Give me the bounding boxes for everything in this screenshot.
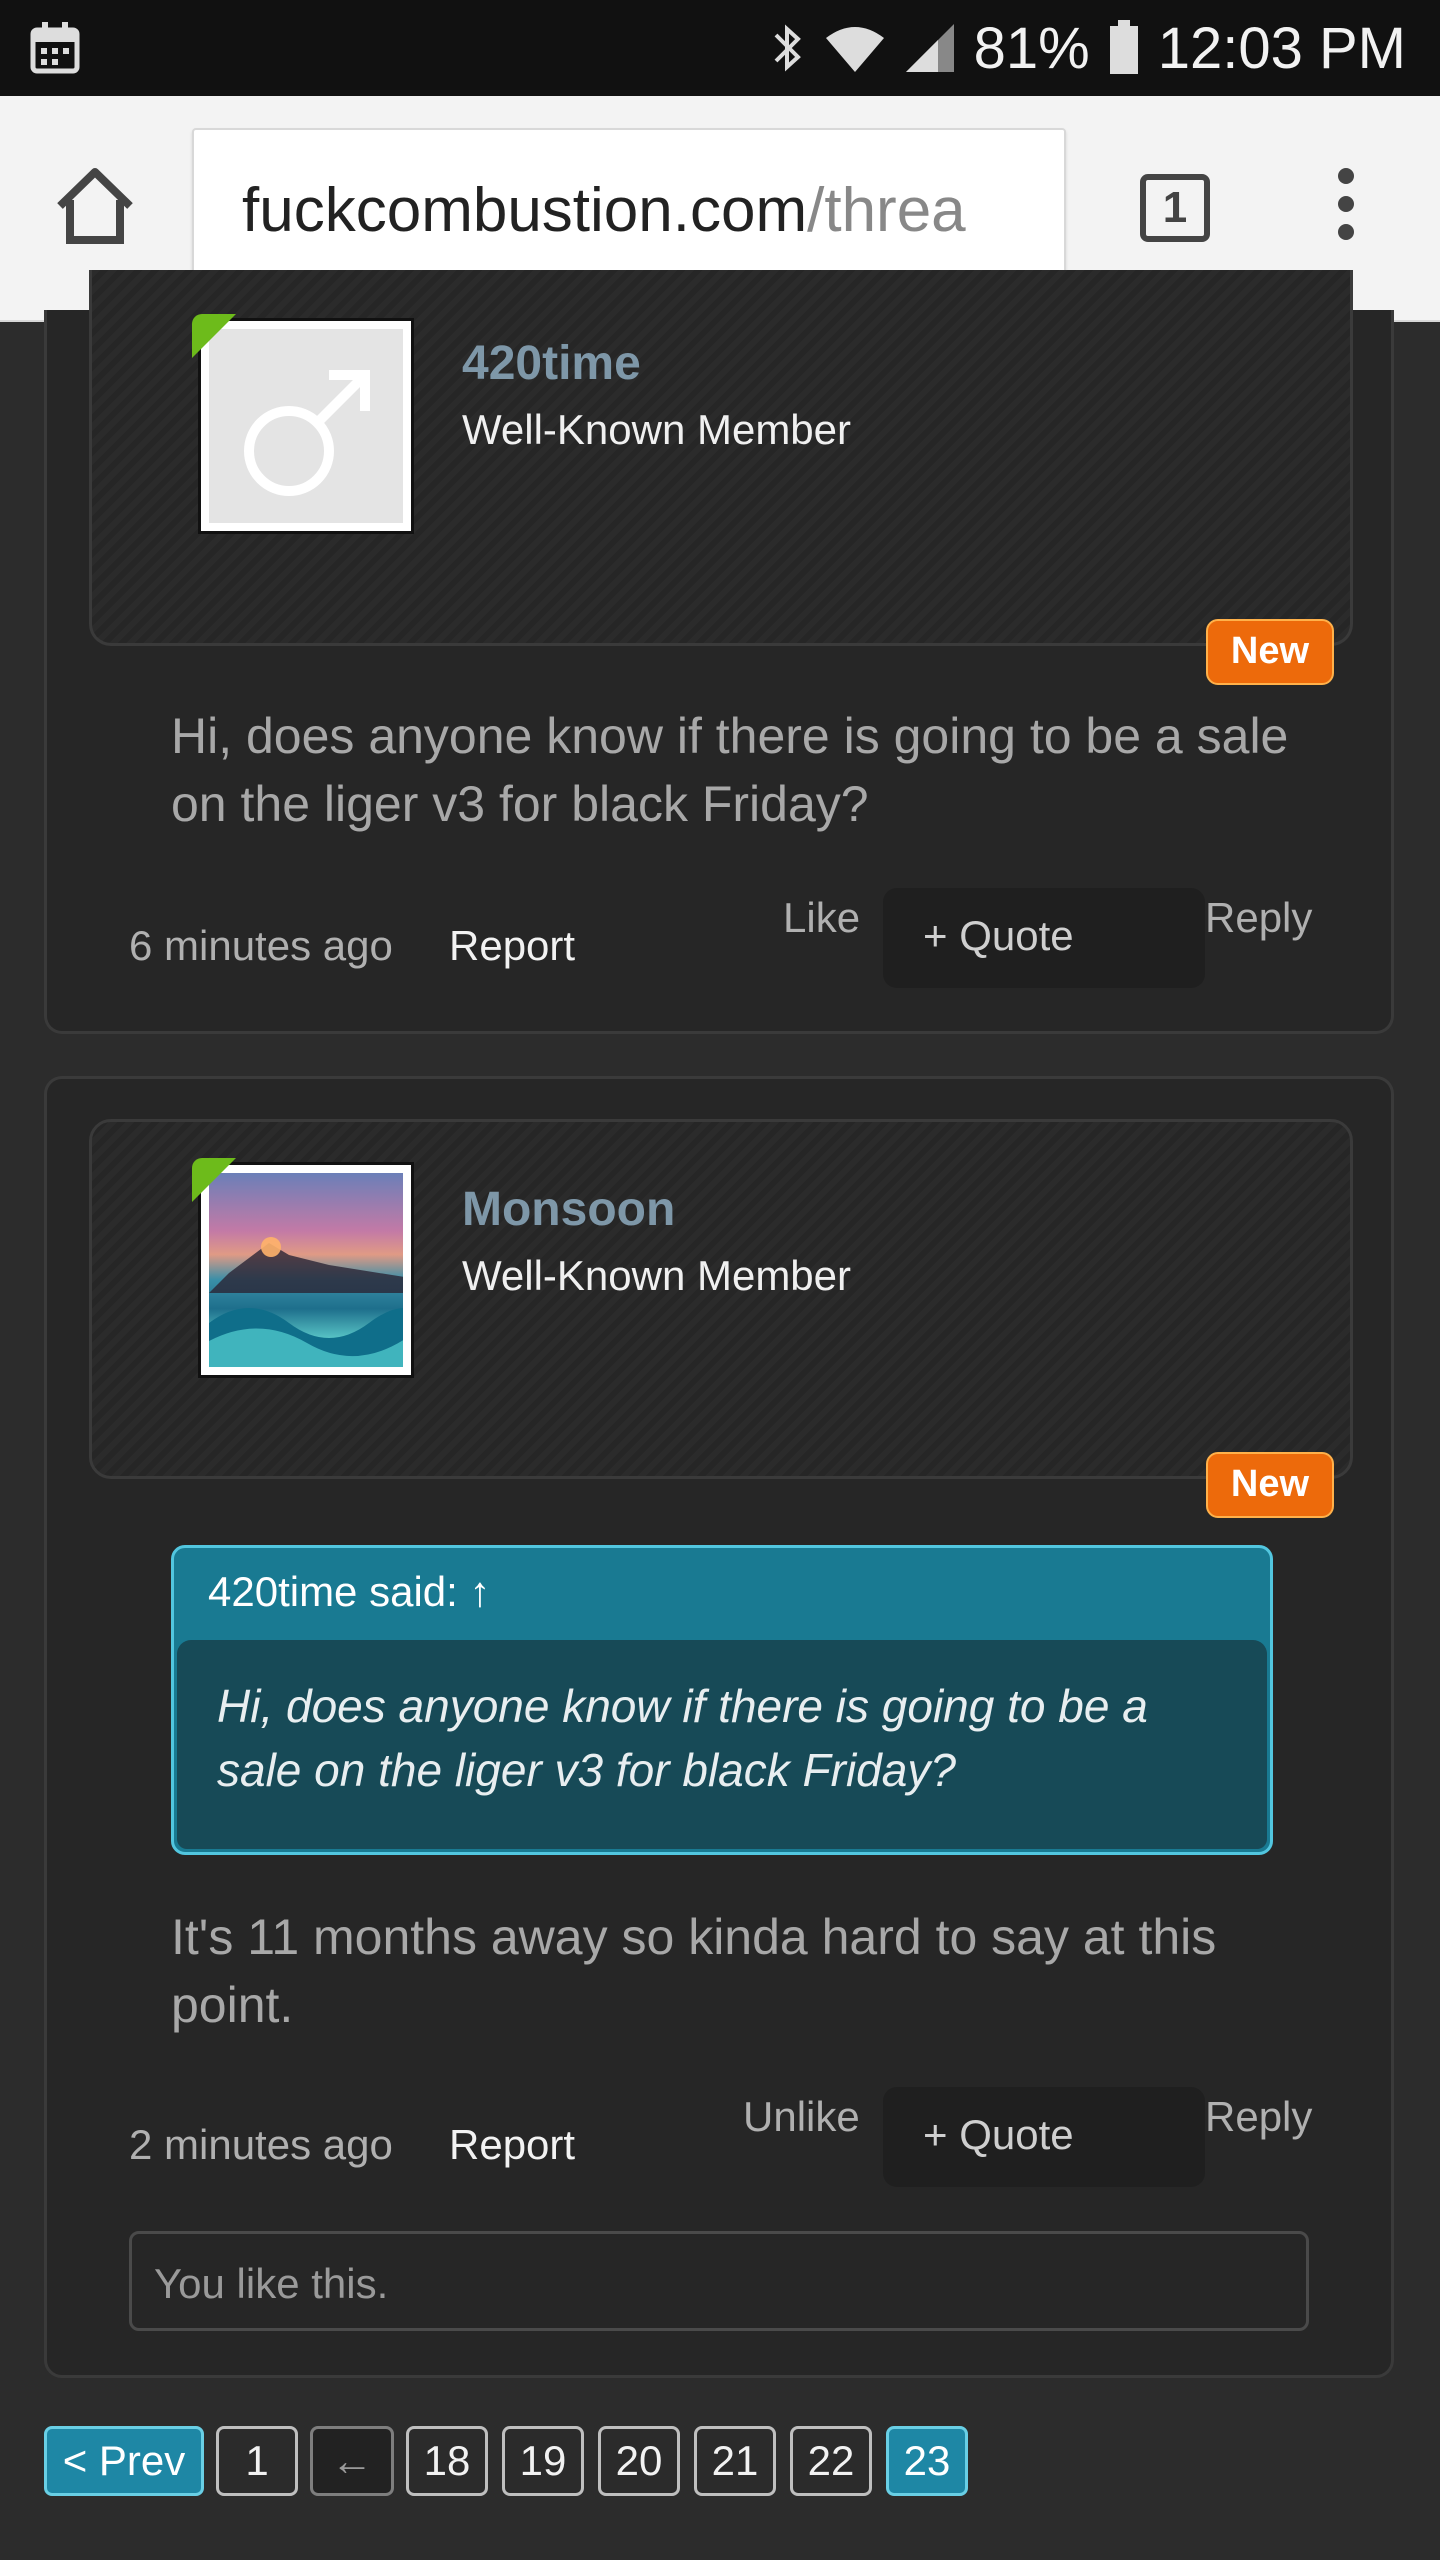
page-link[interactable]: 1 [216,2426,298,2496]
post-message: Hi, does anyone know if there is going t… [171,708,1289,832]
user-title: Well-Known Member [462,1252,852,1299]
post: Monsoon Well-Known Member New 420time sa… [44,1076,1394,2378]
post-timestamp[interactable]: 6 minutes ago [129,922,393,970]
avatar[interactable] [198,1162,414,1378]
battery-icon [1109,20,1138,74]
username[interactable]: Monsoon [462,1182,675,1237]
new-badge: New [1206,619,1334,685]
reply-button[interactable]: Reply [1205,894,1312,942]
bluetooth-icon [774,24,801,72]
page-link[interactable]: 21 [694,2426,776,2496]
user-info-box: 420time Well-Known Member New [89,270,1353,685]
post-message: It's 11 months away so kinda hard to say… [171,1909,1217,2033]
quote-button[interactable]: + Quote [883,2087,1205,2187]
male-symbol-icon [244,370,370,496]
calendar-icon [30,22,80,74]
post-timestamp[interactable]: 2 minutes ago [129,2121,393,2169]
page-link[interactable]: 20 [598,2426,680,2496]
user-title: Well-Known Member [462,406,852,453]
page-jump-button[interactable]: ← [310,2426,394,2496]
quote-text: Hi, does anyone know if there is going t… [217,1680,1148,1796]
quote-block: 420time said: ↑ Hi, does anyone know if … [171,1545,1273,1855]
clock: 12:03 PM [1157,15,1406,81]
post: 420time Well-Known Member New Hi, does a… [44,270,1394,1034]
url-domain: fuckcombustion.com [242,176,808,245]
username[interactable]: 420time [462,336,641,391]
report-link[interactable]: Report [449,922,575,970]
quote-body: Hi, does anyone know if there is going t… [177,1640,1267,1849]
page-link[interactable]: 22 [790,2426,872,2496]
battery-percent: 81% [973,15,1090,81]
avatar[interactable] [198,318,414,534]
signal-icon [905,24,954,72]
likes-summary-text: You like this. [154,2260,389,2307]
tab-count: 1 [1162,183,1188,232]
wifi-icon [825,27,884,72]
url-text: fuckcombustion.com/threa [242,175,966,246]
unlike-button[interactable]: Unlike [743,2093,860,2141]
home-icon[interactable] [52,166,138,246]
reply-button[interactable]: Reply [1205,2093,1312,2141]
report-link[interactable]: Report [449,2121,575,2169]
like-button[interactable]: Like [783,894,860,942]
status-bar: 81% 12:03 PM [0,0,1440,96]
likes-summary: You like this. [129,2231,1309,2331]
new-badge: New [1206,1452,1334,1518]
url-bar[interactable]: fuckcombustion.com/threa [192,128,1066,290]
current-page[interactable]: 23 [886,2426,968,2496]
tabs-icon[interactable]: 1 [1140,174,1210,242]
quote-button[interactable]: + Quote [883,888,1205,988]
page-link[interactable]: 18 [406,2426,488,2496]
user-info-box: Monsoon Well-Known Member New [89,1119,1353,1518]
prev-page-button[interactable]: < Prev [44,2426,204,2496]
overflow-menu-icon[interactable] [1330,168,1362,248]
url-path: /threa [807,176,966,245]
page-link[interactable]: 19 [502,2426,584,2496]
quote-attribution[interactable]: 420time said: ↑ [208,1568,490,1616]
